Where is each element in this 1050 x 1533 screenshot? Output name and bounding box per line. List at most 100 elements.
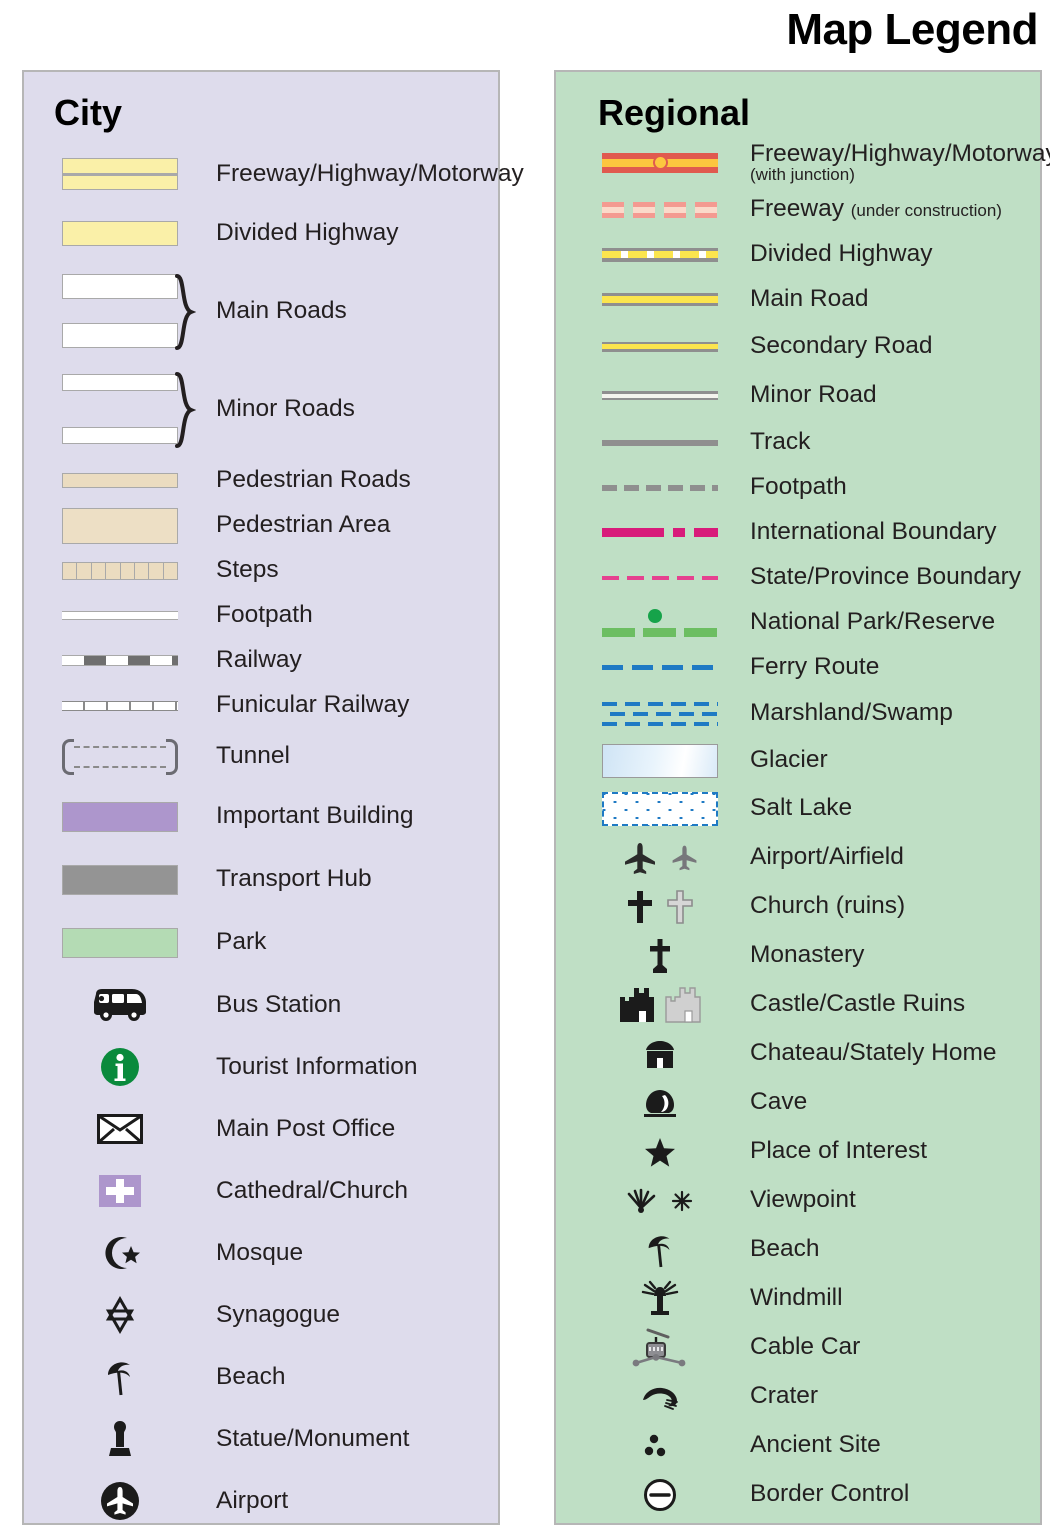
list-item-label: Freeway (under construction)	[750, 196, 1002, 222]
list-item-label: Divided Highway	[750, 240, 933, 268]
list-item-label: Divided Highway	[216, 218, 399, 246]
list-item-label: Main Road	[750, 285, 869, 313]
list-item: Mosque	[24, 1222, 498, 1284]
list-item-label: Track	[750, 428, 811, 456]
list-item-label: Minor Road	[750, 381, 877, 409]
list-item: Funicular Railway	[24, 683, 498, 728]
freeway-band-symbol	[46, 158, 194, 190]
main-roads-band-symbol	[46, 274, 194, 348]
chateau-icon	[592, 1039, 728, 1069]
city-heading: City	[54, 92, 123, 133]
list-item-label: Airport	[216, 1486, 289, 1514]
pedestrian-area-band-symbol	[46, 507, 194, 544]
list-item-label: Mosque	[216, 1238, 304, 1266]
list-item: Ferry Route	[556, 645, 1040, 690]
list-item-sublabel: (under construction)	[850, 201, 1002, 221]
state-boundary-symbol	[592, 575, 728, 580]
list-item: Crater	[556, 1372, 1040, 1421]
mosque-icon	[46, 1234, 194, 1272]
cross-pair-icon	[592, 889, 728, 924]
star-icon	[592, 1136, 728, 1168]
national-park-symbol	[592, 608, 728, 637]
list-item-label-main: Freeway	[750, 195, 844, 223]
list-item: Minor Roads	[24, 360, 498, 458]
list-item-label: Secondary Road	[750, 332, 933, 360]
list-item-label: Freeway/Highway/Motorway (with junction)	[750, 140, 1050, 184]
list-item: Transport Hub	[24, 848, 498, 911]
minor-roads-band-symbol	[46, 374, 194, 444]
list-item-label: Cable Car	[750, 1333, 861, 1361]
steps-symbol	[46, 561, 194, 580]
list-item: Footpath	[24, 593, 498, 638]
list-item: Viewpoint	[556, 1176, 1040, 1225]
list-item: Park	[24, 911, 498, 974]
list-item: Marshland/Swamp	[556, 690, 1040, 737]
international-boundary-symbol	[592, 528, 728, 537]
envelope-icon	[46, 1114, 194, 1144]
castle-pair-icon	[592, 986, 728, 1023]
tunnel-symbol	[46, 737, 194, 777]
list-item-label: Chateau/Stately Home	[750, 1039, 997, 1067]
list-item: Border Control	[556, 1470, 1040, 1519]
list-item: Place of Interest	[556, 1127, 1040, 1176]
transport-hub-swatch	[46, 864, 194, 895]
list-item: Important Building	[24, 785, 498, 848]
list-item: Beach	[556, 1225, 1040, 1274]
ferry-route-symbol	[592, 665, 728, 670]
list-item: Pedestrian Roads	[24, 458, 498, 503]
list-item-label: Park	[216, 928, 267, 956]
list-item-label: Border Control	[750, 1480, 910, 1508]
monastery-cross-icon	[592, 938, 728, 974]
minor-roads-brace-icon	[174, 372, 196, 448]
list-item-label: Footpath	[750, 473, 847, 501]
list-item: Cave	[556, 1078, 1040, 1127]
list-item-label: Monastery	[750, 941, 865, 969]
salt-lake-symbol	[592, 791, 728, 826]
regional-main-road-symbol	[592, 293, 728, 306]
list-item-label: Footpath	[216, 601, 313, 629]
funicular-railway-symbol	[46, 700, 194, 711]
city-legend-rows: Freeway/Highway/Motorway Divided Highway…	[24, 144, 524, 1532]
list-item: Freeway (under construction)	[556, 187, 1040, 232]
list-item: Divided Highway	[24, 204, 498, 262]
list-item: Tunnel	[24, 728, 498, 785]
list-item: Synagogue	[24, 1284, 498, 1346]
list-item-label: Tourist Information	[216, 1052, 418, 1080]
crater-icon	[592, 1384, 728, 1410]
list-item: National Park/Reserve	[556, 600, 1040, 645]
airplane-pair-icon	[592, 841, 728, 875]
list-item: Steps	[24, 548, 498, 593]
list-item-label: Place of Interest	[750, 1137, 928, 1165]
list-item-label: National Park/Reserve	[750, 608, 996, 636]
list-item: Statue/Monument	[24, 1408, 498, 1470]
city-footpath-symbol	[46, 611, 194, 620]
list-item-label: Tunnel	[216, 742, 291, 770]
list-item: Tourist Information	[24, 1036, 498, 1098]
list-item-label: Bus Station	[216, 990, 342, 1018]
pedestrian-road-band-symbol	[46, 473, 194, 488]
regional-divided-highway-symbol	[592, 247, 728, 262]
list-item: Glacier	[556, 737, 1040, 784]
list-item: Beach	[24, 1346, 498, 1408]
list-item-label: Railway	[216, 646, 302, 674]
list-item: Salt Lake	[556, 784, 1040, 833]
list-item: Minor Road	[556, 371, 1040, 420]
marshland-symbol	[592, 700, 728, 728]
track-symbol	[592, 439, 728, 446]
list-item: Main Roads	[24, 262, 498, 360]
regional-freeway-junction-symbol	[592, 152, 728, 173]
list-item-label-main: Freeway/Highway/Motorway	[750, 140, 1050, 168]
list-item: Main Road	[556, 277, 1040, 322]
list-item-label: Steps	[216, 556, 279, 584]
list-item: Windmill	[556, 1274, 1040, 1323]
regional-freeway-construction-symbol	[592, 201, 728, 218]
list-item-label: Synagogue	[216, 1300, 340, 1328]
list-item: Airport/Airfield	[556, 833, 1040, 882]
ancient-site-icon	[592, 1433, 728, 1459]
list-item: Castle/Castle Ruins	[556, 980, 1040, 1029]
list-item: Freeway/Highway/Motorway	[24, 144, 524, 204]
list-item: State/Province Boundary	[556, 555, 1040, 600]
list-item-label: Beach	[216, 1362, 286, 1390]
windmill-icon	[592, 1280, 728, 1318]
regional-legend-panel: Regional Freeway/Highway/Motorway (with …	[554, 70, 1050, 1525]
